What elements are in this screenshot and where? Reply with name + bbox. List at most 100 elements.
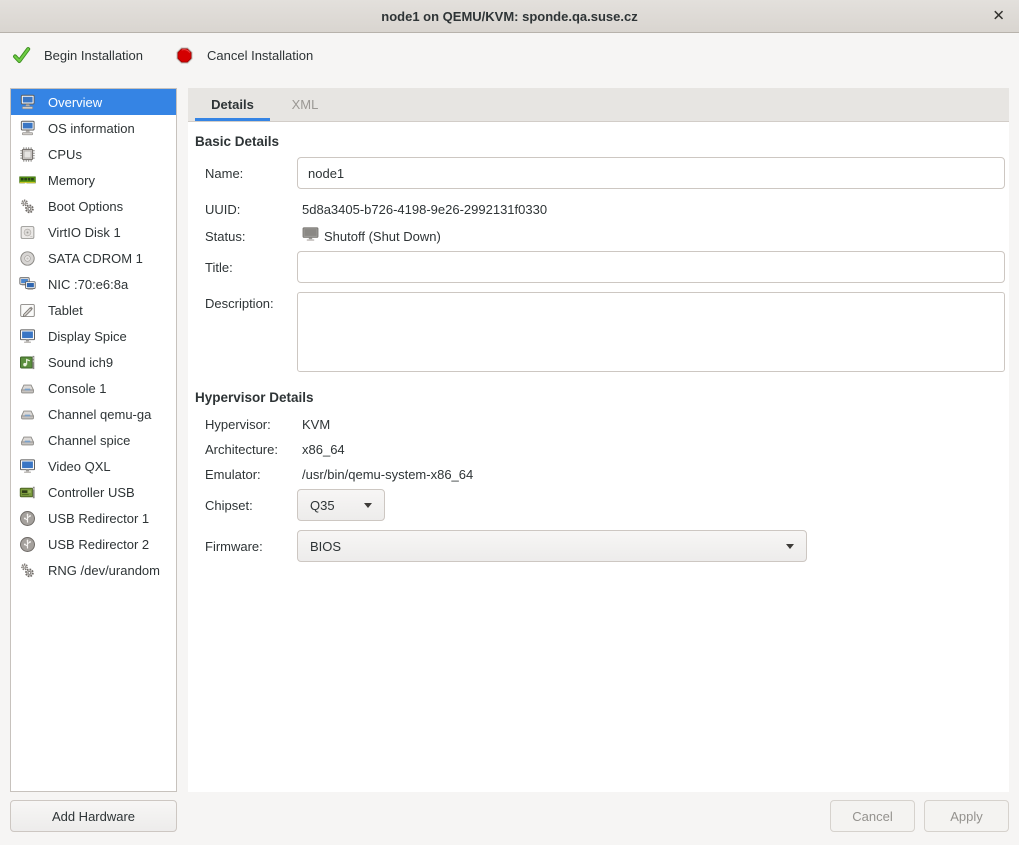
usb-icon (17, 535, 37, 553)
chipset-label: Chipset: (205, 498, 297, 513)
sidebar-item-display-spice[interactable]: Display Spice (11, 323, 176, 349)
sidebar-item-controller-usb[interactable]: Controller USB (11, 479, 176, 505)
window-title: node1 on QEMU/KVM: sponde.qa.suse.cz (381, 9, 637, 24)
sidebar-item-os-information[interactable]: OS information (11, 115, 176, 141)
gears-icon (17, 197, 37, 215)
toolbar: Begin Installation Cancel Installation (0, 33, 1019, 78)
sidebar-item-label: Memory (48, 173, 95, 188)
sidebar-item-rng-dev-urandom[interactable]: RNG /dev/urandom (11, 557, 176, 583)
sidebar-item-label: NIC :70:e6:8a (48, 277, 128, 292)
status-row: Status: Shutoff (Shut Down) (205, 223, 1005, 249)
title-label: Title: (205, 260, 297, 275)
sidebar-item-label: VirtIO Disk 1 (48, 225, 121, 240)
chipset-value: Q35 (310, 498, 335, 513)
tablet-icon (17, 301, 37, 319)
sidebar-item-boot-options[interactable]: Boot Options (11, 193, 176, 219)
checkmark-icon (12, 46, 31, 65)
gears-icon (17, 561, 37, 579)
add-hardware-button[interactable]: Add Hardware (10, 800, 177, 832)
memory-icon (17, 171, 37, 189)
status-value: Shutoff (Shut Down) (324, 229, 441, 244)
emulator-value: /usr/bin/qemu-system-x86_64 (297, 467, 473, 482)
chevron-down-icon (786, 544, 794, 549)
title-input[interactable] (297, 251, 1005, 283)
firmware-dropdown[interactable]: BIOS (297, 530, 807, 562)
titlebar: node1 on QEMU/KVM: sponde.qa.suse.cz ✕ (0, 0, 1019, 33)
sidebar-item-channel-spice[interactable]: Channel spice (11, 427, 176, 453)
hardware-list: Overview OS information CPUs Memory Boot Opt… (10, 88, 177, 792)
sidebar-item-label: Console 1 (48, 381, 107, 396)
description-row: Description: (205, 292, 1005, 372)
architecture-label: Architecture: (205, 442, 297, 457)
sidebar-item-memory[interactable]: Memory (11, 167, 176, 193)
sidebar-item-usb-redirector-1[interactable]: USB Redirector 1 (11, 505, 176, 531)
tabstrip: Details XML (188, 88, 1009, 122)
sidebar-item-label: USB Redirector 1 (48, 511, 149, 526)
cancel-installation-button[interactable]: Cancel Installation (175, 46, 313, 65)
details-panel: Details XML Basic Details Name: UUID: 5d… (188, 88, 1009, 832)
sidebar-item-cpus[interactable]: CPUs (11, 141, 176, 167)
sidebar-item-tablet[interactable]: Tablet (11, 297, 176, 323)
sidebar-item-label: Channel qemu-ga (48, 407, 151, 422)
sidebar-item-label: SATA CDROM 1 (48, 251, 143, 266)
begin-installation-label: Begin Installation (44, 48, 143, 63)
chipset-row: Chipset: Q35 (205, 489, 1005, 521)
name-row: Name: (205, 157, 1005, 189)
computer-icon (17, 119, 37, 137)
chipset-dropdown[interactable]: Q35 (297, 489, 385, 521)
window-body: Overview OS information CPUs Memory Boot Opt… (0, 78, 1019, 845)
cancel-installation-label: Cancel Installation (207, 48, 313, 63)
cdrom-icon (17, 249, 37, 267)
sidebar-item-channel-qemu-ga[interactable]: Channel qemu-ga (11, 401, 176, 427)
network-icon (17, 275, 37, 293)
hypervisor-row: Hypervisor: KVM (205, 413, 1005, 436)
sidebar-item-label: Channel spice (48, 433, 130, 448)
serial-icon (17, 379, 37, 397)
serial-icon (17, 405, 37, 423)
sidebar-item-console-1[interactable]: Console 1 (11, 375, 176, 401)
emulator-row: Emulator: /usr/bin/qemu-system-x86_64 (205, 463, 1005, 486)
sidebar-item-nic-70-e6-8a[interactable]: NIC :70:e6:8a (11, 271, 176, 297)
sidebar-item-label: Controller USB (48, 485, 135, 500)
sidebar-item-overview[interactable]: Overview (11, 89, 176, 115)
serial-icon (17, 431, 37, 449)
sidebar-item-label: CPUs (48, 147, 82, 162)
stop-icon (175, 46, 194, 65)
emulator-label: Emulator: (205, 467, 297, 482)
hypervisor-value: KVM (297, 417, 330, 432)
sidebar-item-video-qxl[interactable]: Video QXL (11, 453, 176, 479)
tab-details[interactable]: Details (195, 88, 270, 121)
sidebar-item-label: USB Redirector 2 (48, 537, 149, 552)
sidebar-item-label: Sound ich9 (48, 355, 113, 370)
uuid-row: UUID: 5d8a3405-b726-4198-9e26-2992131f03… (205, 198, 1005, 221)
apply-button[interactable]: Apply (924, 800, 1009, 832)
close-icon[interactable]: ✕ (992, 9, 1005, 24)
name-input[interactable] (297, 157, 1005, 189)
sidebar-item-label: Boot Options (48, 199, 123, 214)
cpu-icon (17, 145, 37, 163)
cancel-button[interactable]: Cancel (830, 800, 915, 832)
uuid-value: 5d8a3405-b726-4198-9e26-2992131f0330 (297, 202, 547, 217)
sidebar-item-sound-ich9[interactable]: Sound ich9 (11, 349, 176, 375)
description-label: Description: (205, 292, 297, 311)
sound-icon (17, 353, 37, 371)
sidebar-item-label: OS information (48, 121, 135, 136)
begin-installation-button[interactable]: Begin Installation (12, 46, 143, 65)
sidebar-item-virtio-disk-1[interactable]: VirtIO Disk 1 (11, 219, 176, 245)
architecture-row: Architecture: x86_64 (205, 438, 1005, 461)
hypervisor-details-heading: Hypervisor Details (195, 390, 1005, 405)
tab-xml[interactable]: XML (270, 88, 340, 121)
name-label: Name: (205, 166, 297, 181)
chevron-down-icon (364, 503, 372, 508)
shutoff-monitor-icon (302, 227, 320, 245)
sidebar-item-label: Tablet (48, 303, 83, 318)
usb-icon (17, 509, 37, 527)
sidebar-item-label: Overview (48, 95, 102, 110)
description-textarea[interactable] (297, 292, 1005, 372)
sidebar-item-usb-redirector-2[interactable]: USB Redirector 2 (11, 531, 176, 557)
action-buttons: Cancel Apply (188, 800, 1009, 832)
hardware-panel: Overview OS information CPUs Memory Boot Opt… (10, 88, 177, 832)
firmware-row: Firmware: BIOS (205, 530, 1005, 562)
basic-details-heading: Basic Details (195, 134, 1005, 149)
sidebar-item-sata-cdrom-1[interactable]: SATA CDROM 1 (11, 245, 176, 271)
